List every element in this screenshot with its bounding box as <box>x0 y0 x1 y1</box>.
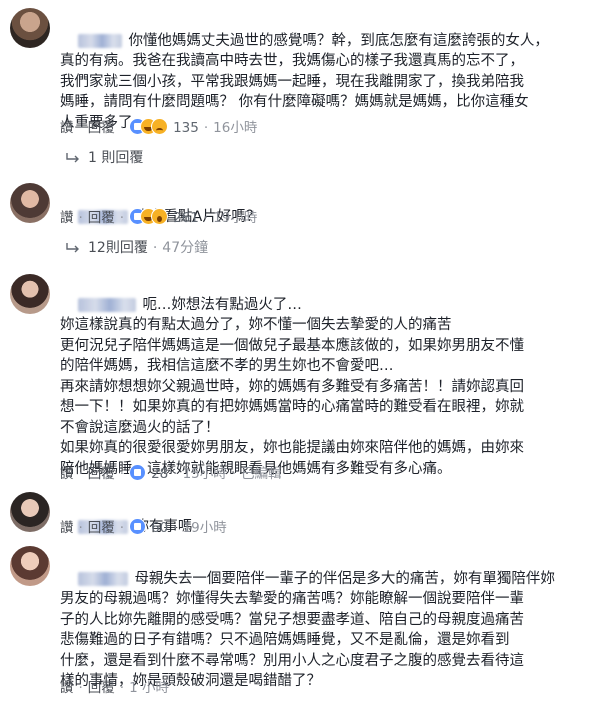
avatar[interactable] <box>10 274 50 314</box>
like-button[interactable]: 讚 <box>60 120 74 136</box>
reply-button[interactable]: 回覆 <box>88 520 115 536</box>
like-button[interactable]: 讚 <box>60 210 74 226</box>
timestamp[interactable]: 16小時 <box>213 120 257 136</box>
timestamp[interactable]: 1 小時 <box>129 680 169 696</box>
commenter-name[interactable] <box>78 33 123 48</box>
comment-1: 你懂他媽媽丈夫過世的感覺嗎？幹，到底怎麼有這麼誇張的女人， 真的有病。我爸在我讀… <box>0 0 608 170</box>
commenter-name[interactable] <box>78 297 137 312</box>
comment-actions: 讚 · 回覆 · 1 小時 <box>60 680 169 696</box>
reaction-count[interactable]: 135 <box>173 120 199 136</box>
reaction-count[interactable]: 261 <box>173 210 199 226</box>
comment-actions: 讚 · 回覆 · 60 · 19小時 <box>60 518 227 536</box>
timestamp[interactable]: 15小時 <box>183 466 227 482</box>
reply-button[interactable]: 回覆 <box>88 680 115 696</box>
timestamp[interactable]: 19小時 <box>213 210 257 226</box>
avatar[interactable] <box>10 546 50 586</box>
reactions[interactable] <box>129 208 169 226</box>
reply-button[interactable]: 回覆 <box>88 466 115 482</box>
reaction-count[interactable]: 28 <box>151 466 168 482</box>
avatar[interactable] <box>10 8 50 48</box>
comment-actions: 讚 · 回覆 · 28 · 15小時 · 已編輯 <box>60 464 282 482</box>
reactions[interactable] <box>129 464 147 482</box>
avatar[interactable] <box>10 183 50 223</box>
view-replies-link[interactable]: 12則回覆 · 47分鐘 <box>66 238 208 258</box>
like-reaction-icon <box>129 518 147 535</box>
comment-actions: 讚 · 回覆 · 135 · 16小時 <box>60 118 258 136</box>
comment-3: 呃…妳想法有點過火了… 妳這樣說真的有點太過分了，妳不懂一個失去摯愛的人的痛苦 … <box>0 268 608 488</box>
reply-button[interactable]: 回覆 <box>88 120 115 136</box>
avatar[interactable] <box>10 492 50 532</box>
like-button[interactable]: 讚 <box>60 466 74 482</box>
comment-4: 妳有事嗎 讚 · 回覆 · 60 · 19小時 <box>0 490 608 540</box>
timestamp[interactable]: 19小時 <box>183 520 227 536</box>
reply-button[interactable]: 回覆 <box>88 210 115 226</box>
commenter-name[interactable] <box>78 571 129 586</box>
like-button[interactable]: 讚 <box>60 520 74 536</box>
reactions[interactable] <box>129 518 147 536</box>
reply-arrow-icon <box>66 153 79 163</box>
reply-arrow-icon <box>66 243 79 253</box>
replies-timestamp[interactable]: 47分鐘 <box>162 240 208 256</box>
like-button[interactable]: 讚 <box>60 680 74 696</box>
reaction-count[interactable]: 60 <box>151 520 168 536</box>
wow-reaction-icon <box>151 208 169 225</box>
like-reaction-icon <box>129 464 147 481</box>
reactions[interactable] <box>129 118 169 136</box>
comment-2: 妳少看點A片好嗎？ 讚 · 回覆 · 261 · 19小時 12則回覆 · 47分鐘 <box>0 178 608 263</box>
comment-5: 母親失去一個要陪伴一輩子的伴侶是多大的痛苦，妳有單獨陪伴妳 男友的母親過嗎？妳懂… <box>0 544 608 701</box>
comment-actions: 讚 · 回覆 · 261 · 19小時 <box>60 208 258 226</box>
sad-reaction-icon <box>151 118 169 135</box>
edited-label[interactable]: 已編輯 <box>241 466 282 482</box>
view-replies-link[interactable]: 1 則回覆 <box>66 148 143 168</box>
